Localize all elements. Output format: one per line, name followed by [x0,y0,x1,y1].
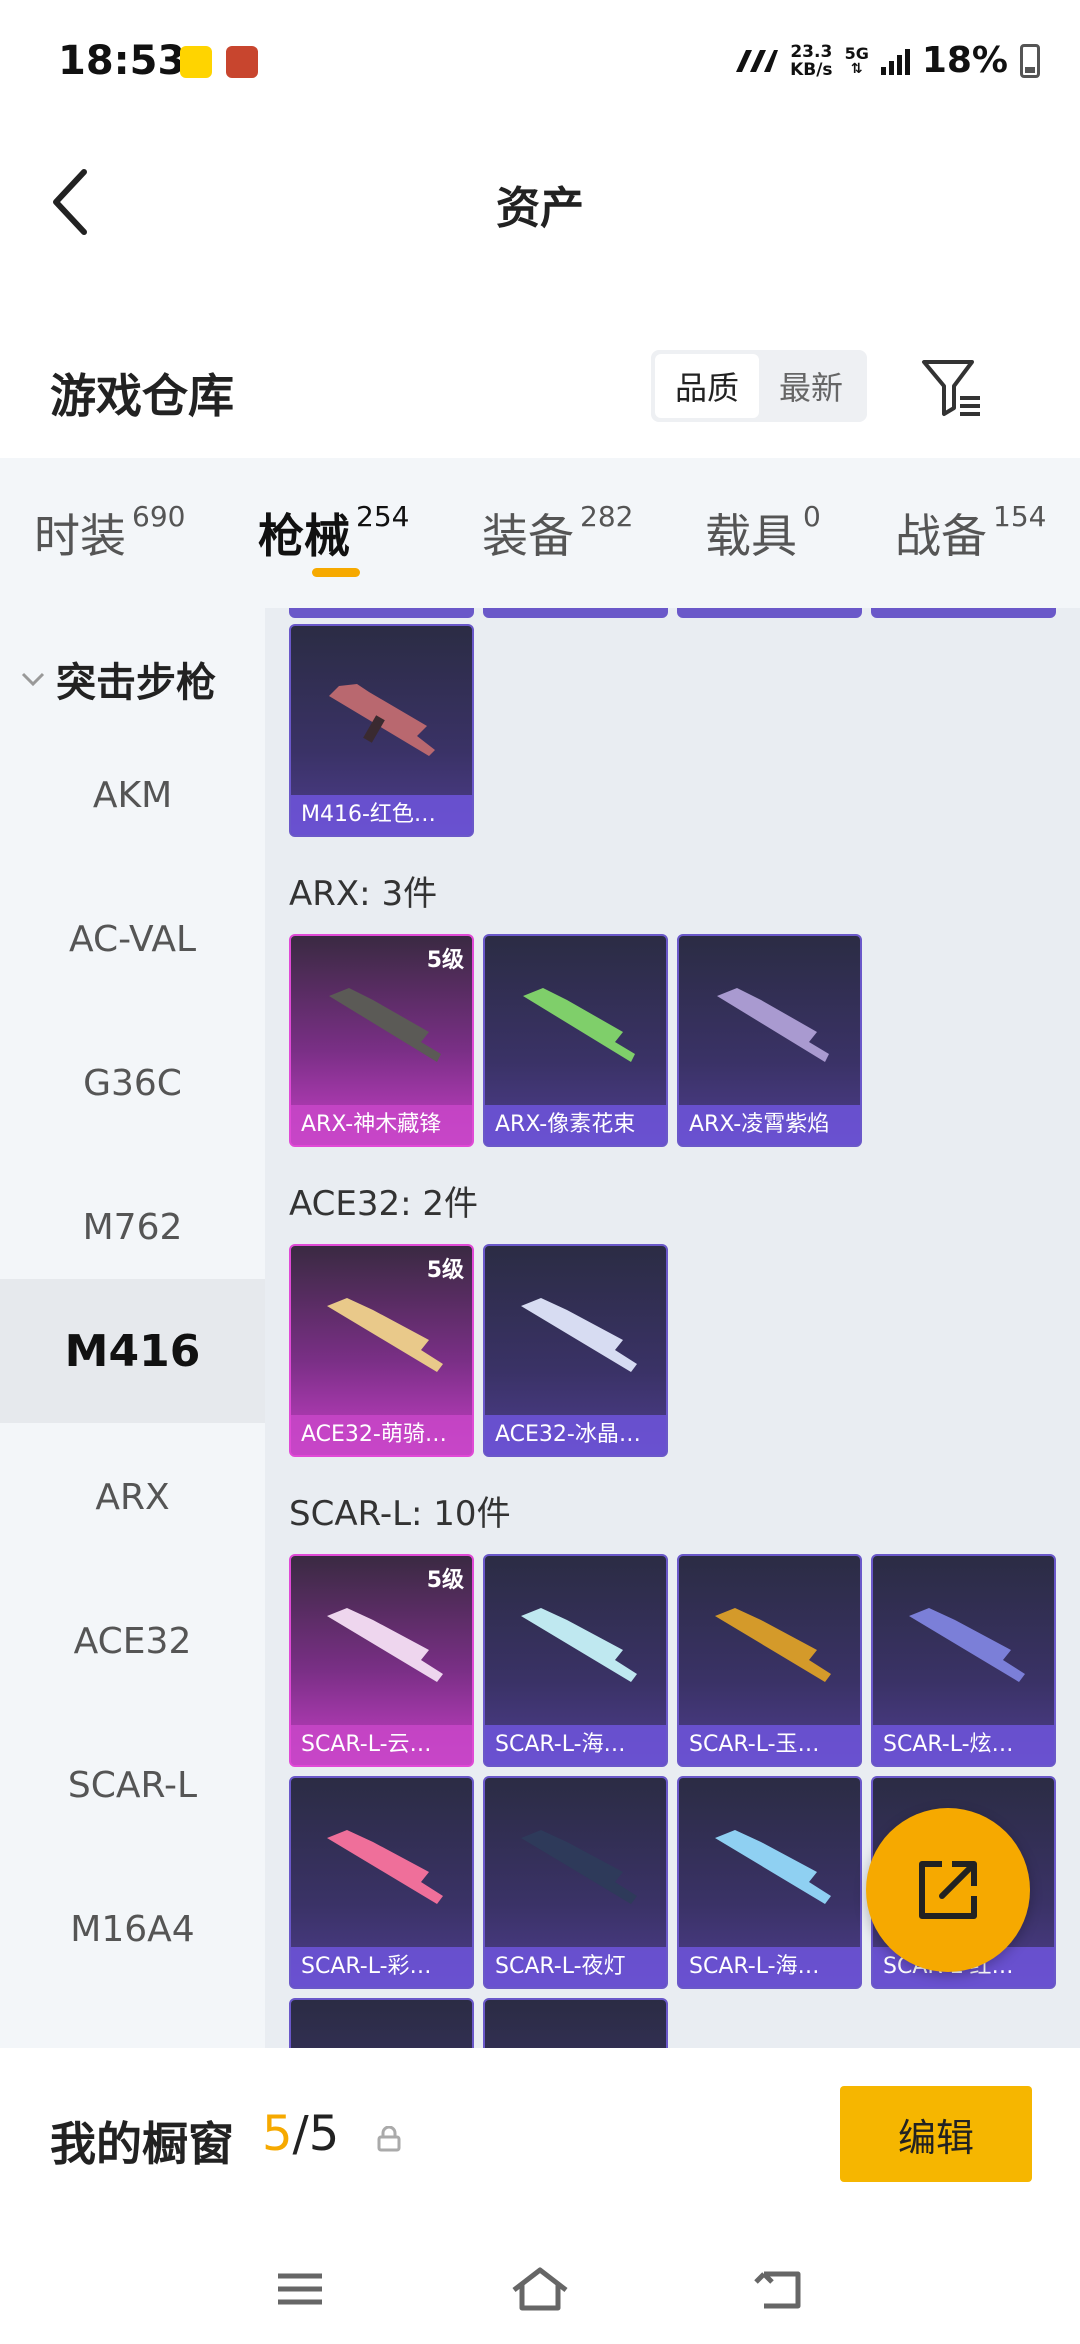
weapon-card[interactable]: ARX-凌霄紫焰 [677,934,862,1147]
tab-supplies[interactable]: 战备 154 [895,500,1046,566]
weapon-card[interactable]: SCAR-L-炫… [871,1554,1056,1767]
lock-icon [377,2126,401,2152]
rifle-skin-icon [521,1298,637,1372]
sidebar-item-scar-l[interactable]: SCAR-L [0,1713,265,1857]
rifle-skin-icon [327,1608,443,1682]
filter-icon[interactable] [920,356,984,420]
status-right: 23.3 KB/s 5G ⇅ 18% [734,40,1040,81]
weapon-card[interactable]: 5级 SCAR-L-云… [289,1554,474,1767]
app-header: 资产 [0,120,1080,280]
sidebar-item-g36c[interactable]: G36C [0,1011,265,1155]
app-notification-icon [180,46,212,78]
showcase-title: 我的橱窗 [50,2117,234,2171]
active-tab-indicator [312,568,360,577]
rifle-skin-icon [717,988,829,1062]
weapon-card[interactable]: SCAR-L-彩… [289,1776,474,1989]
rifle-skin-icon [329,684,435,756]
sidebar-item-ace32[interactable]: ACE32 [0,1569,265,1713]
section-title-arx: ARX: 3件 [289,874,438,914]
clipped-card [677,608,862,618]
clipped-card [483,608,668,618]
weapon-card[interactable]: 5级 ACE32-萌骑… [289,1244,474,1457]
nfc-icon [736,49,779,72]
weapon-type-sidebar: 突击步枪 AKM AC-VAL G36C M762 M416 ARX ACE32… [0,608,265,2048]
clock: 18:53 [58,38,186,84]
chevron-down-icon [21,672,45,687]
weapon-card[interactable]: 5级 ARX-神木藏锋 [289,934,474,1147]
section-title-ace32: ACE32: 2件 [289,1184,479,1224]
sidebar-item-m762[interactable]: M762 [0,1155,265,1299]
share-fab-button[interactable] [866,1808,1030,1972]
weapon-card[interactable]: ACE32-冰晶… [483,1244,668,1457]
rifle-skin-icon [327,1830,443,1904]
home-icon[interactable] [510,2264,570,2314]
sidebar-item-m416[interactable]: M416 [0,1279,265,1423]
weapon-card[interactable]: SCAR-L-海… [677,1776,862,1989]
clipped-card [289,608,474,618]
rifle-skin-icon [909,1608,1025,1682]
rifle-skin-icon [329,988,441,1062]
menu-icon[interactable] [270,2264,330,2314]
weapon-card[interactable]: SCAR-L-海… [483,1554,668,1767]
sort-quality-button[interactable]: 品质 [655,354,759,418]
external-share-icon [919,1861,977,1919]
signal-icon [880,47,910,75]
rifle-skin-icon [523,988,635,1062]
warehouse-title: 游戏仓库 [50,369,234,423]
sort-segmented-control: 品质 最新 [651,350,867,422]
rifle-skin-icon [715,1608,831,1682]
game-notification-icon [226,46,258,78]
tab-firearms[interactable]: 枪械 254 [258,500,409,566]
edit-button[interactable]: 编辑 [840,2086,1032,2182]
section-title-scar-l: SCAR-L: 10件 [289,1494,511,1534]
rifle-skin-icon [521,1608,637,1682]
sidebar-item-akm[interactable]: AKM [0,723,265,867]
sidebar-item-m16a4[interactable]: M16A4 [0,1857,265,2001]
rifle-skin-icon [521,1830,637,1904]
system-nav-bar [0,2220,1080,2344]
rifle-skin-icon [327,1298,443,1372]
clipped-card [871,608,1056,618]
showcase-count: 5/5 [262,2106,340,2162]
weapon-card[interactable]: ARX-像素花束 [483,934,668,1147]
battery-icon [1020,43,1040,78]
sidebar-group-assault-rifles[interactable]: 突击步枪 [20,650,216,708]
sidebar-item-arx[interactable]: ARX [0,1425,265,1569]
my-showcase-bar: 我的橱窗 5/5 编辑 [0,2050,1080,2220]
weapon-card[interactable] [483,1998,668,2048]
weapon-card[interactable]: SCAR-L-玉… [677,1554,862,1767]
net-speed: 23.3 KB/s [790,41,833,80]
warehouse-bar: 游戏仓库 品质 最新 [0,330,1080,450]
tab-vehicles[interactable]: 载具 0 [705,500,821,566]
sort-newest-button[interactable]: 最新 [759,354,863,418]
tab-outfits[interactable]: 时装 690 [34,500,185,566]
weapon-card[interactable]: SCAR-L-夜灯 [483,1776,668,1989]
category-tabs: 时装 690 枪械 254 装备 282 载具 0 战备 154 [0,458,1080,608]
weapon-card[interactable] [289,1998,474,2048]
sidebar-item-ac-val[interactable]: AC-VAL [0,867,265,1011]
network-type: 5G [844,43,869,63]
back-icon[interactable] [750,2264,810,2314]
tab-equipment[interactable]: 装备 282 [482,500,633,566]
status-bar: 18:53 23.3 KB/s 5G ⇅ 18% [0,0,1080,120]
battery-percent: 18% [921,40,1008,81]
rifle-skin-icon [715,1830,831,1904]
weapon-card[interactable]: M416-红色… [289,624,474,837]
page-title: 资产 [496,183,584,234]
